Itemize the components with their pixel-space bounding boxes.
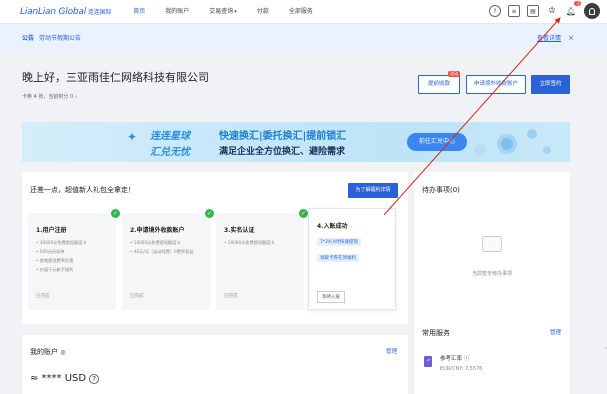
annotation-arrow (383, 17, 561, 216)
